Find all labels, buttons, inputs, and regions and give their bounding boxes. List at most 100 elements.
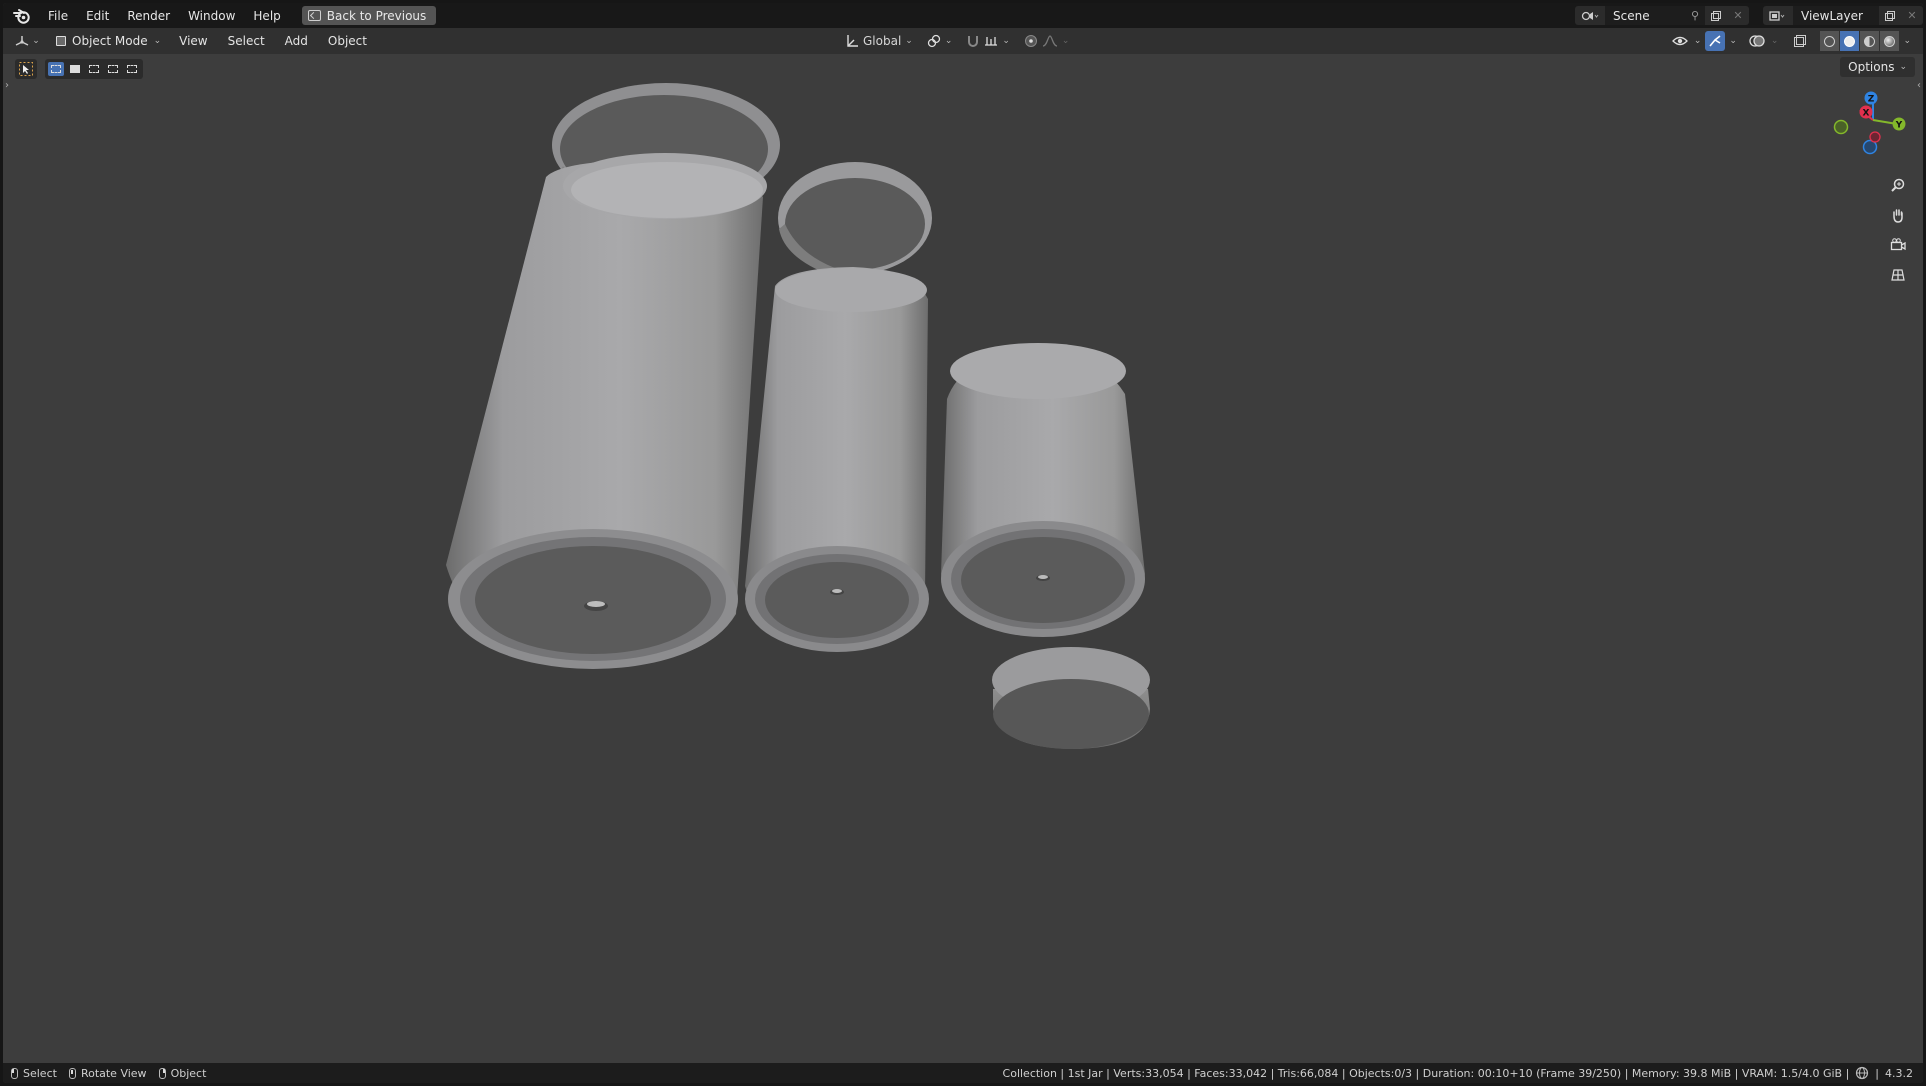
scene-type-button[interactable] <box>1575 6 1605 25</box>
select-extend-icon <box>70 65 80 73</box>
select-tool-button[interactable] <box>15 59 37 79</box>
scene-objects <box>446 83 1150 749</box>
object-mode-icon <box>56 36 66 46</box>
selection-mode-extend[interactable] <box>67 62 83 76</box>
viewport-header: ⌄ Object Mode ⌄ View Select Add Object G… <box>3 28 1923 54</box>
orientation-label: Global <box>863 34 902 48</box>
chevron-down-icon: ⌄ <box>905 36 913 46</box>
pivot-icon <box>927 34 940 48</box>
viewlayer-name: ViewLayer <box>1801 8 1863 23</box>
camera-view-button[interactable] <box>1887 234 1909 256</box>
chevron-down-icon: ⌄ <box>153 36 162 46</box>
chevron-down-icon[interactable]: ⌄ <box>1903 36 1911 46</box>
close-icon: ✕ <box>1907 9 1917 22</box>
options-label: Options <box>1848 60 1895 74</box>
chevron-down-icon: ⌄ <box>1693 36 1702 46</box>
small-jar[interactable] <box>941 343 1145 637</box>
snap-increment-icon <box>985 37 998 46</box>
new-viewlayer-button[interactable] <box>1879 6 1901 25</box>
medium-jar[interactable] <box>745 267 929 652</box>
menu-help[interactable]: Help <box>244 5 289 27</box>
scene-name-field[interactable]: Scene ⚲ <box>1605 6 1705 25</box>
chevron-down-icon: ⌄ <box>1729 36 1737 46</box>
menu-render[interactable]: Render <box>118 5 179 27</box>
menu-window[interactable]: Window <box>179 5 244 27</box>
chevron-down-icon: ⌄ <box>1770 36 1779 46</box>
pivot-point-dropdown[interactable]: ⌄ <box>923 31 957 51</box>
shading-wireframe-button[interactable] <box>1820 31 1840 51</box>
blender-logo-icon[interactable] <box>11 5 33 27</box>
top-menubar: File Edit Render Window Help Back to Pre… <box>3 3 1923 28</box>
falloff-curve-icon <box>1042 35 1058 47</box>
selection-mode-invert[interactable] <box>105 62 121 76</box>
medium-jar-lid[interactable] <box>778 162 932 276</box>
new-scene-button[interactable] <box>1705 6 1727 25</box>
camera-icon <box>1890 238 1906 251</box>
chevron-down-icon: ⌄ <box>32 36 40 46</box>
menu-select[interactable]: Select <box>218 31 275 51</box>
toolbar-expand-arrow-icon[interactable]: › <box>5 80 9 91</box>
navigation-gizmo[interactable]: Z Y X <box>1827 80 1917 160</box>
proportional-editing-toggle[interactable]: ⌄ <box>1020 31 1074 51</box>
globe-icon[interactable] <box>1855 1066 1869 1080</box>
shading-rendered-button[interactable] <box>1880 31 1900 51</box>
toggle-perspective-button[interactable] <box>1887 264 1909 286</box>
object-mode-label: Object Mode <box>72 34 148 48</box>
menu-object[interactable]: Object <box>318 31 377 51</box>
chevron-down-icon: ⌄ <box>1002 36 1010 46</box>
viewlayer-name-field[interactable]: ViewLayer <box>1793 6 1879 25</box>
delete-scene-button[interactable]: ✕ <box>1727 6 1749 25</box>
delete-viewlayer-button[interactable]: ✕ <box>1901 6 1923 25</box>
selection-mode-new[interactable] <box>48 62 64 76</box>
viewport-display-tools: ⌄ ⌄ ⌄ ⌄ <box>1670 31 1911 51</box>
selection-mode-intersect[interactable] <box>124 62 140 76</box>
mouse-middle-icon <box>68 1067 76 1079</box>
menu-add[interactable]: Add <box>275 31 318 51</box>
overlays-toggle[interactable] <box>1747 31 1767 51</box>
zoom-icon <box>1891 178 1905 192</box>
shading-solid-button[interactable] <box>1840 31 1860 51</box>
visibility-dropdown[interactable] <box>1670 31 1690 51</box>
xray-icon <box>1794 35 1807 47</box>
select-invert-icon <box>108 65 118 73</box>
hint-rotate-label: Rotate View <box>80 1066 147 1080</box>
snap-toggle[interactable]: ⌄ <box>962 31 1014 51</box>
back-to-previous-button[interactable]: Back to Previous <box>301 6 437 25</box>
small-jar-lid[interactable] <box>992 647 1150 749</box>
menu-file[interactable]: File <box>39 5 77 27</box>
3d-viewport[interactable]: Options ⌄ › ‹ Z Y X <box>3 54 1923 1063</box>
shading-material-button[interactable] <box>1860 31 1880 51</box>
pan-view-button[interactable] <box>1887 204 1909 226</box>
hint-object: Object <box>158 1066 207 1080</box>
menu-view[interactable]: View <box>169 31 217 51</box>
tool-settings-row <box>15 59 143 79</box>
viewlayer-selector: ViewLayer ✕ <box>1763 6 1923 25</box>
back-icon <box>307 10 321 21</box>
options-dropdown[interactable]: Options ⌄ <box>1840 57 1915 77</box>
neg-y-axis-handle[interactable] <box>1833 119 1849 135</box>
hint-object-label: Object <box>170 1066 207 1080</box>
neg-x-axis-handle[interactable] <box>1869 131 1881 143</box>
gizmo-toggle[interactable] <box>1705 31 1726 51</box>
pin-icon[interactable]: ⚲ <box>1691 9 1699 22</box>
select-subtract-icon <box>89 65 99 73</box>
status-hints: Select Rotate View Object <box>11 1067 214 1080</box>
solid-sphere-icon <box>1844 35 1856 47</box>
scene-stats-text: Collection | 1st Jar | Verts:33,054 | Fa… <box>1002 1066 1850 1080</box>
editor-type-button[interactable]: ⌄ <box>12 31 42 51</box>
eye-icon <box>1671 36 1688 46</box>
hint-select-label: Select <box>23 1066 57 1080</box>
sidebar-expand-arrow-icon[interactable]: ‹ <box>1917 80 1921 91</box>
orientation-dropdown[interactable]: Global ⌄ <box>841 31 917 51</box>
zoom-view-button[interactable] <box>1887 174 1909 196</box>
xray-toggle[interactable] <box>1790 31 1810 51</box>
rendered-sphere-icon <box>1884 35 1896 47</box>
orientation-axes-icon <box>847 35 858 47</box>
large-jar[interactable] <box>446 153 767 669</box>
scene-icon <box>1581 11 1599 20</box>
viewlayer-type-button[interactable] <box>1763 6 1793 25</box>
selection-mode-subtract[interactable] <box>86 62 102 76</box>
menu-edit[interactable]: Edit <box>77 5 118 27</box>
object-mode-dropdown[interactable]: Object Mode ⌄ <box>50 31 169 51</box>
cursor-arrow-icon <box>19 62 33 76</box>
